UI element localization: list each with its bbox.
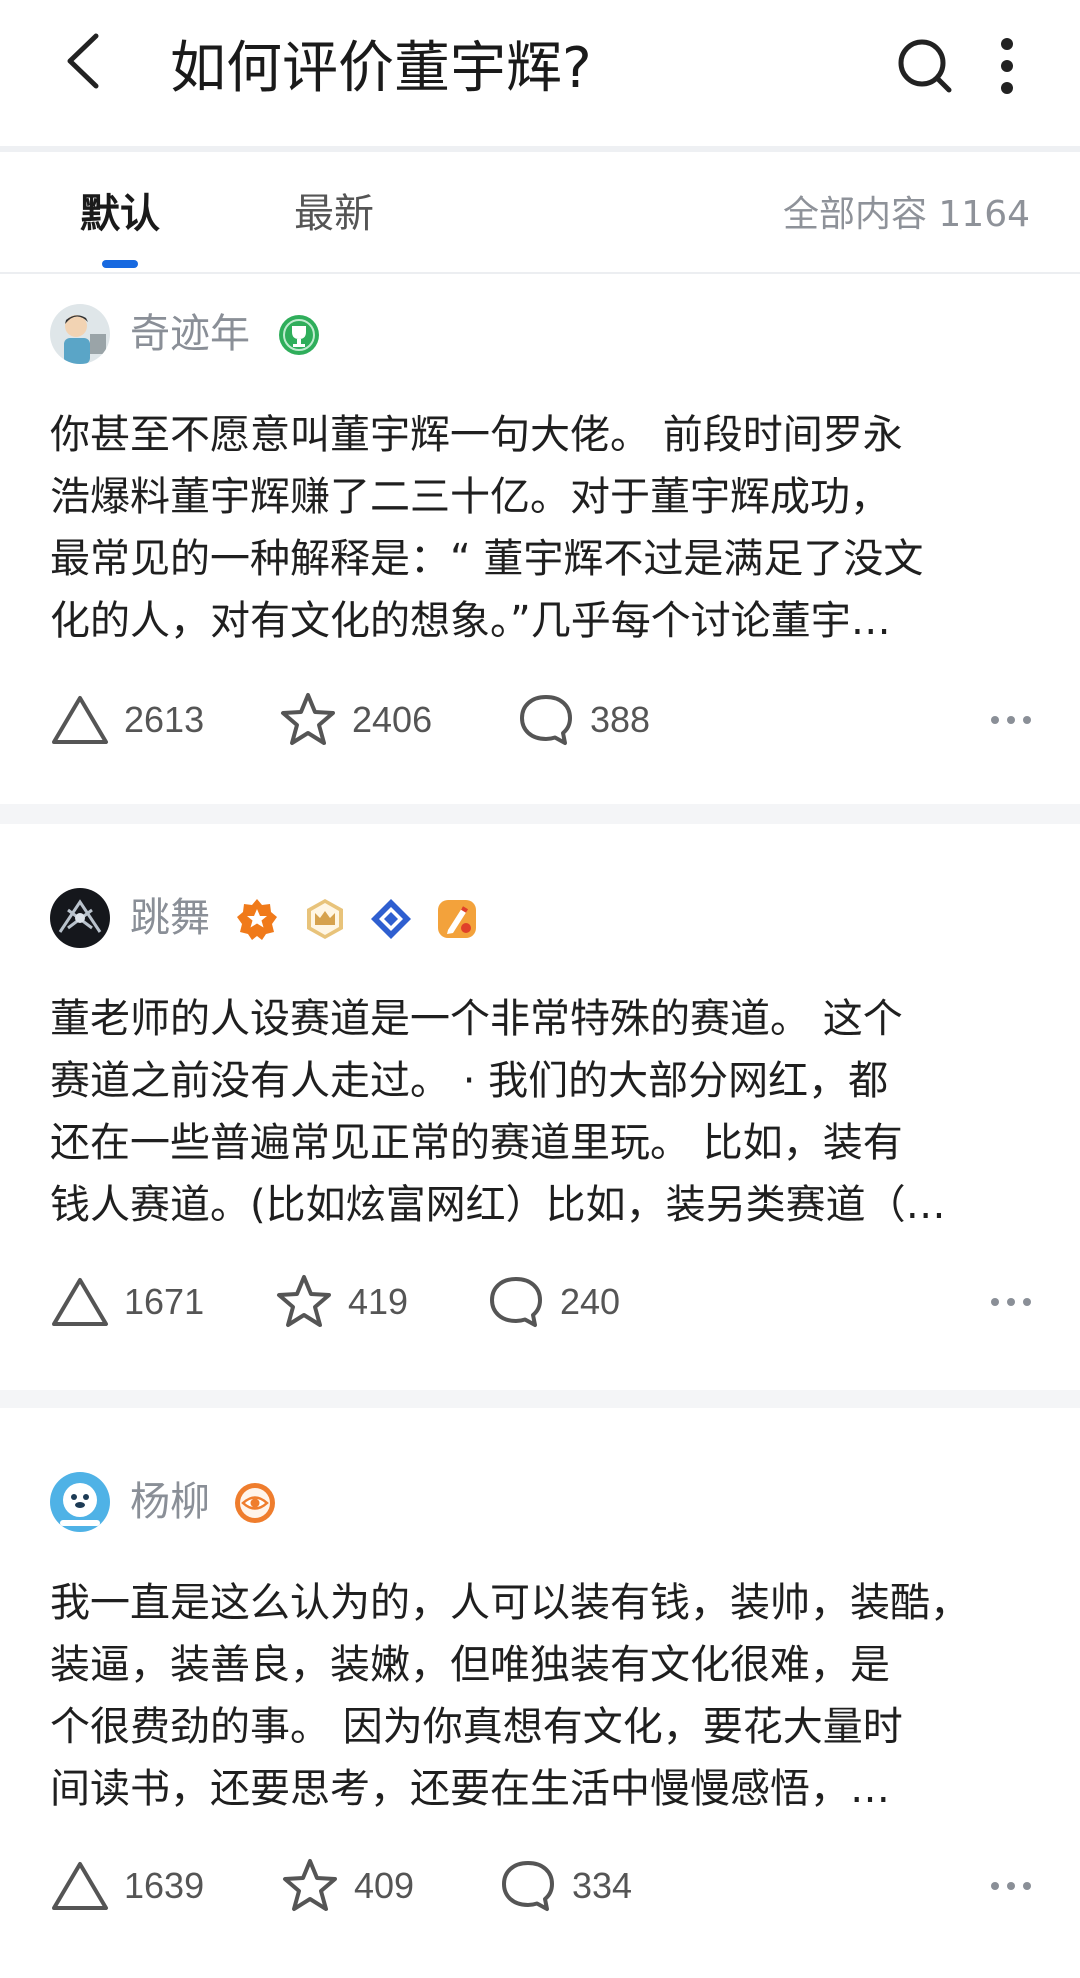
- like-count: 1639: [124, 1865, 205, 1906]
- like-button[interactable]: 2613: [50, 690, 204, 750]
- diamond-badge-icon: [371, 899, 411, 939]
- excerpt-line: 董老师的人设赛道是一个非常特殊的赛道。 这个: [50, 996, 903, 1042]
- like-count: 1671: [124, 1281, 205, 1322]
- answer-excerpt[interactable]: 你甚至不愿意叫董宇辉一句大佬。 前段时间罗永 浩爆料董宇辉赚了二三十亿。对于董宇…: [50, 404, 1030, 652]
- more-vertical-icon[interactable]: [985, 36, 1029, 96]
- author-name[interactable]: 奇迹年: [130, 306, 250, 362]
- excerpt-line: 个很费劲的事。 因为你真想有文化，要花大量时: [50, 1704, 903, 1750]
- star-icon: [283, 1859, 337, 1911]
- more-horizontal-icon[interactable]: [986, 705, 1036, 735]
- excerpt-line: 你甚至不愿意叫董宇辉一句大佬。 前段时间罗永: [50, 412, 903, 458]
- active-tab-indicator: [102, 260, 138, 268]
- excerpt-line: 间读书，还要思考，还要在生活中慢慢感悟，…: [50, 1766, 890, 1812]
- answer-card[interactable]: 奇迹年 你甚至不愿意叫董宇辉一句大佬。 前段时间罗永 浩爆料董宇辉赚了二三十亿。…: [0, 274, 1080, 804]
- upvote-triangle-icon: [52, 1862, 108, 1910]
- favorite-count: 409: [354, 1865, 415, 1906]
- favorite-button[interactable]: 419: [274, 1272, 408, 1332]
- upvote-triangle-icon: [52, 1278, 108, 1326]
- favorite-button[interactable]: 2406: [278, 690, 432, 750]
- like-count: 2613: [124, 699, 205, 740]
- total-count: 全部内容 1164: [782, 194, 1030, 235]
- excerpt-line: 最常见的一种解释是：“ 董宇辉不过是满足了没文: [50, 536, 924, 582]
- excerpt-line: 装逼，装善良，装嫩，但唯独装有文化很难，是: [50, 1642, 890, 1688]
- excerpt-line: 浩爆料董宇辉赚了二三十亿。对于董宇辉成功，: [50, 474, 890, 520]
- answer-card[interactable]: 杨柳 我一直是这么认为的，人可以装有钱，装帅，装酷， 装逼，装善良，装嫩，但唯独…: [0, 1408, 1080, 1978]
- comment-count: 240: [560, 1281, 621, 1322]
- favorite-count: 2406: [352, 699, 433, 740]
- back-arrow-icon[interactable]: [60, 30, 110, 92]
- comment-bubble-icon: [520, 695, 572, 745]
- comment-count: 334: [572, 1865, 633, 1906]
- avatar[interactable]: [50, 888, 110, 948]
- excerpt-line: 钱人赛道。(比如炫富网红）比如，装另类赛道（…: [50, 1182, 946, 1228]
- top-bar: 如何评价董宇辉?: [0, 0, 1080, 146]
- answer-excerpt[interactable]: 董老师的人设赛道是一个非常特殊的赛道。 这个 赛道之前没有人走过。 · 我们的大…: [50, 988, 1030, 1236]
- answer-excerpt[interactable]: 我一直是这么认为的，人可以装有钱，装帅，装酷， 装逼，装善良，装嫩，但唯独装有文…: [50, 1572, 1030, 1820]
- excerpt-line: 化的人，对有文化的想象。”几乎每个讨论董宇…: [50, 598, 891, 644]
- comment-count: 388: [590, 699, 651, 740]
- star-icon: [281, 693, 335, 745]
- tab-latest[interactable]: 最新: [294, 186, 374, 242]
- comment-button[interactable]: 388: [516, 690, 650, 750]
- more-horizontal-icon[interactable]: [986, 1871, 1036, 1901]
- star-badge-icon: [237, 899, 277, 940]
- comment-bubble-icon: [502, 1861, 554, 1911]
- more-horizontal-icon[interactable]: [986, 1287, 1036, 1317]
- excerpt-line: 赛道之前没有人走过。 · 我们的大部分网红，都: [50, 1058, 889, 1104]
- excerpt-line: 还在一些普遍常见正常的赛道里玩。 比如，装有: [50, 1120, 903, 1166]
- sort-tabs: 默认 最新 全部内容 1164: [0, 152, 1080, 274]
- comment-button[interactable]: 334: [498, 1856, 632, 1916]
- crown-badge-icon: [307, 899, 343, 939]
- question-title: 如何评价董宇辉?: [170, 36, 592, 101]
- pen-badge-icon: [438, 900, 476, 938]
- upvote-triangle-icon: [52, 696, 108, 744]
- search-icon[interactable]: [895, 36, 955, 96]
- avatar[interactable]: [50, 304, 110, 364]
- eye-badge-icon: [235, 1483, 275, 1523]
- answer-card[interactable]: 跳舞 董老师的人设赛道是一个非常特殊的赛道。 这个 赛道之前没有人走过。 · 我…: [0, 824, 1080, 1390]
- avatar[interactable]: [50, 1472, 110, 1532]
- comment-button[interactable]: 240: [486, 1272, 620, 1332]
- like-button[interactable]: 1671: [50, 1272, 204, 1332]
- star-icon: [277, 1275, 331, 1327]
- author-name[interactable]: 跳舞: [130, 890, 210, 946]
- like-button[interactable]: 1639: [50, 1856, 204, 1916]
- favorite-button[interactable]: 409: [280, 1856, 414, 1916]
- comment-bubble-icon: [490, 1277, 542, 1327]
- excerpt-line: 我一直是这么认为的，人可以装有钱，装帅，装酷，: [50, 1580, 970, 1626]
- favorite-count: 419: [348, 1281, 409, 1322]
- trophy-badge-icon: [279, 315, 319, 355]
- tab-default[interactable]: 默认: [80, 186, 160, 242]
- author-name[interactable]: 杨柳: [130, 1474, 210, 1530]
